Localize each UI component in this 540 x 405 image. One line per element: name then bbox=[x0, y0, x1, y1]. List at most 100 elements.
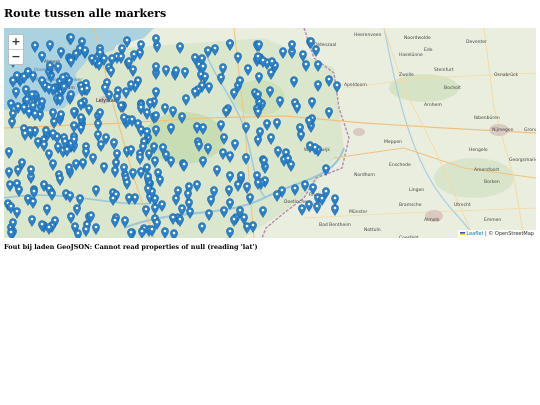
map-marker-icon[interactable] bbox=[219, 145, 227, 161]
map-marker-icon[interactable] bbox=[49, 126, 57, 142]
map-marker-icon[interactable] bbox=[254, 104, 262, 120]
map-marker-icon[interactable] bbox=[22, 82, 30, 98]
map-marker-icon[interactable] bbox=[89, 150, 97, 166]
map-marker-icon[interactable] bbox=[293, 99, 301, 115]
map-marker-icon[interactable] bbox=[325, 104, 333, 120]
map-marker-icon[interactable] bbox=[111, 213, 119, 229]
map-marker-icon[interactable] bbox=[27, 162, 35, 178]
map-marker-icon[interactable] bbox=[170, 226, 178, 238]
map-marker-icon[interactable] bbox=[31, 38, 39, 54]
map-marker-icon[interactable] bbox=[306, 138, 314, 154]
map-marker-icon[interactable] bbox=[101, 80, 109, 96]
map-marker-icon[interactable] bbox=[117, 49, 125, 65]
map-marker-icon[interactable] bbox=[244, 61, 252, 77]
map-marker-icon[interactable] bbox=[291, 181, 299, 197]
leaflet-link[interactable]: Leaflet bbox=[466, 231, 483, 237]
map-marker-icon[interactable] bbox=[46, 58, 54, 74]
map-marker-icon[interactable] bbox=[231, 136, 239, 152]
map-marker-icon[interactable] bbox=[159, 140, 167, 156]
map-marker-icon[interactable] bbox=[199, 120, 207, 136]
map-marker-icon[interactable] bbox=[20, 100, 28, 116]
map-marker-icon[interactable] bbox=[242, 119, 250, 135]
map-marker-icon[interactable] bbox=[152, 108, 160, 124]
map-marker-icon[interactable] bbox=[45, 80, 53, 96]
map-marker-icon[interactable] bbox=[225, 182, 233, 198]
map-marker-icon[interactable] bbox=[9, 73, 17, 89]
map-marker-icon[interactable] bbox=[174, 183, 182, 199]
map-marker-icon[interactable] bbox=[7, 225, 15, 238]
map-marker-icon[interactable] bbox=[236, 73, 244, 89]
map-marker-icon[interactable] bbox=[211, 41, 219, 57]
map-marker-icon[interactable] bbox=[96, 105, 104, 121]
map-marker-icon[interactable] bbox=[82, 144, 90, 160]
map-marker-icon[interactable] bbox=[152, 84, 160, 100]
map-marker-icon[interactable] bbox=[152, 59, 160, 75]
map-marker-icon[interactable] bbox=[49, 105, 57, 121]
map-marker-icon[interactable] bbox=[193, 177, 201, 193]
map-marker-icon[interactable] bbox=[102, 130, 110, 146]
zoom-out-button[interactable]: − bbox=[9, 49, 23, 64]
map-marker-icon[interactable] bbox=[40, 137, 48, 153]
map-marker-icon[interactable] bbox=[82, 222, 90, 238]
map-marker-icon[interactable] bbox=[226, 148, 234, 164]
map-marker-icon[interactable] bbox=[279, 44, 287, 60]
map-marker-icon[interactable] bbox=[266, 83, 274, 99]
map-marker-icon[interactable] bbox=[205, 206, 213, 222]
map-marker-icon[interactable] bbox=[246, 190, 254, 206]
map-marker-icon[interactable] bbox=[76, 191, 84, 207]
map-marker-icon[interactable] bbox=[220, 130, 228, 146]
map-marker-icon[interactable] bbox=[182, 91, 190, 107]
map-marker-icon[interactable] bbox=[161, 100, 169, 116]
map-marker-icon[interactable] bbox=[108, 51, 116, 67]
map-marker-icon[interactable] bbox=[267, 130, 275, 146]
map-marker-icon[interactable] bbox=[199, 59, 207, 75]
map-marker-icon[interactable] bbox=[72, 156, 80, 172]
map-marker-icon[interactable] bbox=[110, 135, 118, 151]
map-marker-icon[interactable] bbox=[156, 172, 164, 188]
map-marker-icon[interactable] bbox=[161, 224, 169, 238]
map-marker-icon[interactable] bbox=[70, 118, 78, 134]
map-marker-icon[interactable] bbox=[255, 69, 263, 85]
map-marker-icon[interactable] bbox=[67, 87, 75, 103]
map-marker-icon[interactable] bbox=[30, 184, 38, 200]
map-marker-icon[interactable] bbox=[313, 199, 321, 215]
map-marker-icon[interactable] bbox=[226, 168, 234, 184]
map-marker-icon[interactable] bbox=[314, 57, 322, 73]
map-marker-icon[interactable] bbox=[92, 182, 100, 198]
map-marker-icon[interactable] bbox=[234, 177, 242, 193]
map-marker-icon[interactable] bbox=[46, 37, 54, 53]
map-marker-icon[interactable] bbox=[92, 220, 100, 236]
map-marker-icon[interactable] bbox=[5, 164, 13, 180]
map-marker-icon[interactable] bbox=[226, 36, 234, 52]
map-marker-icon[interactable] bbox=[254, 175, 262, 191]
map-marker-icon[interactable] bbox=[255, 37, 263, 53]
map-marker-icon[interactable] bbox=[143, 105, 151, 121]
map-marker-icon[interactable] bbox=[96, 45, 104, 61]
map-marker-icon[interactable] bbox=[191, 84, 199, 100]
map-marker-icon[interactable] bbox=[67, 30, 75, 46]
map-marker-icon[interactable] bbox=[14, 162, 22, 178]
map-marker-icon[interactable] bbox=[145, 146, 153, 162]
map-marker-icon[interactable] bbox=[57, 107, 65, 123]
map-marker-icon[interactable] bbox=[276, 93, 284, 109]
map-marker-icon[interactable] bbox=[167, 153, 175, 169]
map-marker-icon[interactable] bbox=[309, 180, 317, 196]
map-marker-icon[interactable] bbox=[61, 134, 69, 150]
map-marker-icon[interactable] bbox=[48, 186, 56, 202]
map-marker-icon[interactable] bbox=[204, 140, 212, 156]
map-marker-icon[interactable] bbox=[234, 49, 242, 65]
map-marker-icon[interactable] bbox=[120, 160, 128, 176]
map-marker-icon[interactable] bbox=[308, 94, 316, 110]
map-marker-icon[interactable] bbox=[153, 215, 161, 231]
map-marker-icon[interactable] bbox=[217, 70, 225, 86]
map-marker-icon[interactable] bbox=[125, 190, 133, 206]
map-marker-icon[interactable] bbox=[143, 124, 151, 140]
map-marker-icon[interactable] bbox=[260, 153, 268, 169]
map-marker-icon[interactable] bbox=[67, 209, 75, 225]
map-marker-icon[interactable] bbox=[180, 157, 188, 173]
map-marker-icon[interactable] bbox=[7, 96, 15, 112]
map-marker-icon[interactable] bbox=[120, 110, 128, 126]
map-marker-icon[interactable] bbox=[66, 188, 74, 204]
map-marker-icon[interactable] bbox=[322, 184, 330, 200]
map-marker-icon[interactable] bbox=[57, 44, 65, 60]
